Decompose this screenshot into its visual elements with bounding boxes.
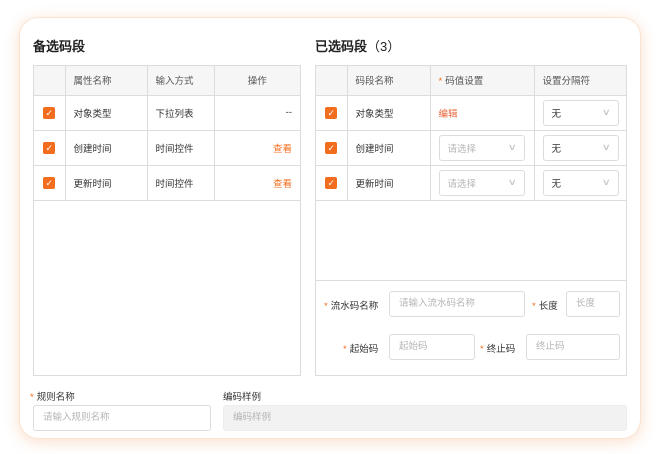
view-link[interactable]: 查看 [273,144,292,155]
row-input-method: 下拉列表 [147,95,215,131]
row-segment-name: 对象类型 [347,95,431,131]
selected-count: （3） [367,39,401,54]
length-label: * 长度 [532,298,558,312]
start-code-label-text: 起始码 [349,344,379,355]
row-checkbox[interactable]: ✓ [43,141,56,154]
rule-name-label: * 规则名称 [30,389,75,403]
row-separator-cell: 无 ∨ [534,130,626,166]
chevron-down-icon: ∨ [507,142,517,152]
length-input[interactable]: 长度 [566,291,620,317]
table-header-row: 码段名称 * 码值设置 设置分隔符 [316,66,626,96]
header-checkbox-cell [34,66,66,96]
row-checkbox[interactable]: ✓ [325,176,338,189]
row-checkbox-cell: ✓ [316,165,348,201]
candidate-segments-table: 属性名称 输入方式 操作 ✓ 对象类型 下拉列表 -- ✓ 创建时间 时间控件 … [34,66,300,201]
chevron-down-icon: ∨ [507,177,517,187]
required-mark: * [343,344,347,355]
row-separator-cell: 无 ∨ [534,95,626,131]
table-row: ✓ 对象类型 下拉列表 -- [34,95,300,131]
row-checkbox-cell: ✓ [316,130,348,166]
column-header-value-setting: * 码值设置 [430,66,535,96]
table-row: ✓ 更新时间 请选择 ∨ 无 ∨ [316,165,626,201]
row-action-empty: -- [214,95,300,131]
candidate-segments-table-panel: 属性名称 输入方式 操作 ✓ 对象类型 下拉列表 -- ✓ 创建时间 时间控件 … [33,65,301,376]
column-header-segment-name: 码段名称 [347,66,431,96]
chevron-down-icon: ∨ [601,142,611,152]
row-value-cell: 编辑 [430,95,535,131]
table-row: ✓ 创建时间 请选择 ∨ 无 ∨ [316,130,626,166]
row-attr-name: 更新时间 [65,165,148,201]
value-select-placeholder: 请选择 [447,178,477,190]
separator-value: 无 [551,178,562,190]
table-row: ✓ 创建时间 时间控件 查看 [34,130,300,166]
required-mark: * [30,392,34,403]
row-checkbox[interactable]: ✓ [43,176,56,189]
rule-config-card: 备选码段 属性名称 输入方式 操作 ✓ 对象类型 下拉列表 -- ✓ 创建时间 … [20,18,640,438]
candidate-segments-title: 备选码段 [33,39,86,54]
row-value-cell: 请选择 ∨ [430,130,535,166]
serial-name-input[interactable]: 请输入流水码名称 [389,291,525,317]
chevron-down-icon: ∨ [601,177,611,187]
separator-select[interactable]: 无 ∨ [542,134,619,161]
end-code-input[interactable]: 终止码 [526,334,620,360]
value-setting-label: 码值设置 [445,76,484,88]
row-attr-name: 对象类型 [65,95,148,131]
value-select[interactable]: 请选择 ∨ [438,169,525,196]
row-checkbox-cell: ✓ [34,95,66,131]
sample-label: 编码样例 [223,392,262,403]
row-checkbox[interactable]: ✓ [325,141,338,154]
selected-segments-table: 码段名称 * 码值设置 设置分隔符 ✓ 对象类型 编辑 无 ∨ ✓ 创建时间 请… [316,66,626,201]
code-sample-field: 编码样例 [223,405,627,431]
start-code-input[interactable]: 起始码 [389,334,475,360]
end-code-label: * 终止码 [480,341,515,355]
row-segment-name: 更新时间 [347,165,431,201]
row-input-method: 时间控件 [147,165,215,201]
row-separator-cell: 无 ∨ [534,165,626,201]
value-select[interactable]: 请选择 ∨ [438,134,525,161]
serial-name-label: * 流水码名称 [324,298,378,312]
table-row: ✓ 对象类型 编辑 无 ∨ [316,95,626,131]
column-header-separator: 设置分隔符 [534,66,626,96]
table-header-row: 属性名称 输入方式 操作 [34,66,300,96]
row-checkbox-cell: ✓ [34,165,66,201]
selected-segments-panel: 码段名称 * 码值设置 设置分隔符 ✓ 对象类型 编辑 无 ∨ ✓ 创建时间 请… [315,65,627,376]
header-checkbox-cell [316,66,348,96]
row-attr-name: 创建时间 [65,130,148,166]
table-row: ✓ 更新时间 时间控件 查看 [34,165,300,201]
serial-form-divider [316,280,626,281]
separator-select[interactable]: 无 ∨ [542,99,619,126]
required-mark: * [438,76,443,88]
rule-name-input[interactable]: 请输入规则名称 [33,405,211,431]
row-checkbox[interactable]: ✓ [325,106,338,119]
start-code-label: * 起始码 [343,341,378,355]
rule-name-label-text: 规则名称 [36,392,75,403]
row-checkbox-cell: ✓ [316,95,348,131]
required-mark: * [324,301,328,312]
column-header-attr-name: 属性名称 [65,66,148,96]
serial-name-label-text: 流水码名称 [330,301,379,312]
column-header-input-method: 输入方式 [147,66,215,96]
separator-select[interactable]: 无 ∨ [542,169,619,196]
column-header-action: 操作 [214,66,300,96]
value-select-placeholder: 请选择 [447,143,477,155]
separator-value: 无 [551,108,562,120]
row-value-cell: 请选择 ∨ [430,165,535,201]
edit-link[interactable]: 编辑 [439,109,458,120]
row-segment-name: 创建时间 [347,130,431,166]
required-mark: * [532,301,536,312]
separator-value: 无 [551,143,562,155]
row-checkbox[interactable]: ✓ [43,106,56,119]
required-mark: * [480,344,484,355]
length-label-text: 长度 [538,301,558,312]
row-input-method: 时间控件 [147,130,215,166]
chevron-down-icon: ∨ [601,107,611,117]
view-link[interactable]: 查看 [273,179,292,190]
end-code-label-text: 终止码 [486,344,516,355]
row-checkbox-cell: ✓ [34,130,66,166]
selected-segments-title: 已选码段（3） [315,39,401,54]
row-action-cell: 查看 [214,130,300,166]
row-action-cell: 查看 [214,165,300,201]
